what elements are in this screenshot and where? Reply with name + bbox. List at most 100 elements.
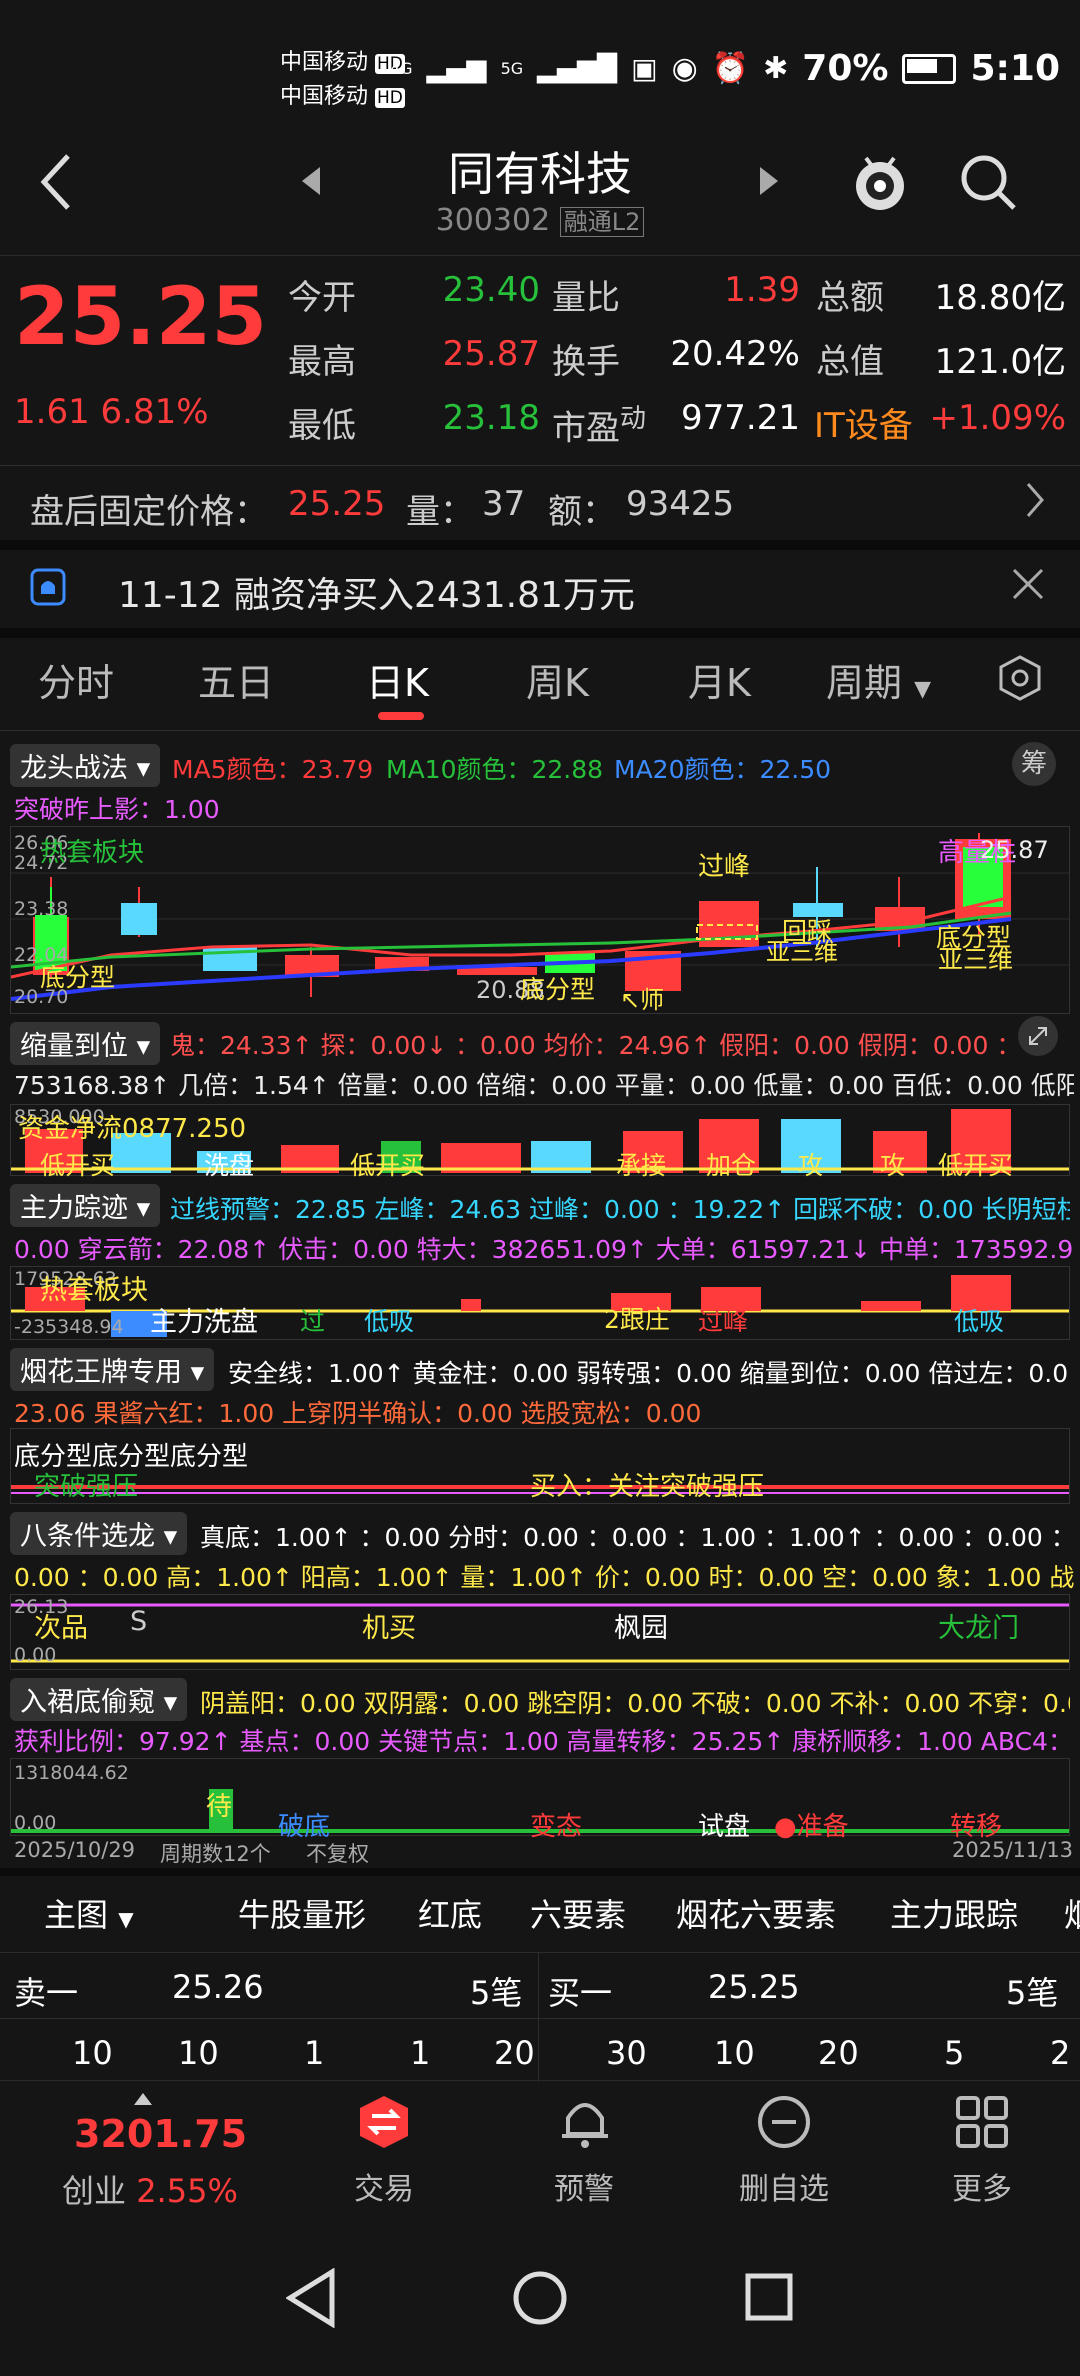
- indicator-tab[interactable]: 牛股量形: [238, 1890, 366, 1936]
- annotation: 过: [300, 1307, 326, 1336]
- indicator-tab[interactable]: 六要素: [530, 1890, 626, 1936]
- indicator-dropdown-skirt[interactable]: 入裙底偷窥 ▾: [10, 1678, 188, 1721]
- next-stock-button[interactable]: [756, 165, 780, 201]
- nav-alert[interactable]: 预警: [524, 2164, 644, 2208]
- annotation: 试盘: [698, 1812, 751, 1842]
- annotation: 机买: [362, 1613, 416, 1644]
- expand-icon[interactable]: [1018, 1016, 1058, 1056]
- indicator-tab-main[interactable]: 主图 ▼: [44, 1890, 134, 1936]
- indicator-tab[interactable]: 红底: [418, 1890, 482, 1936]
- tab-weekly-k[interactable]: 周K: [526, 652, 589, 707]
- tab-daily-k[interactable]: 日K: [366, 652, 429, 707]
- indicator-tab[interactable]: 烟: [1064, 1890, 1080, 1936]
- ask-qty: 10: [178, 2034, 219, 2072]
- annotation: 底分型: [40, 963, 116, 992]
- axis-label: 23.38: [14, 898, 69, 920]
- network-5g: 5G: [500, 59, 524, 78]
- nav-remove-watchlist[interactable]: 删自选: [714, 2164, 854, 2208]
- skirt-line-1: 阴盖阳：0.00 双阴露：0.00 跳空阴：0.00 不破：0.00 不补：0.…: [200, 1689, 1070, 1718]
- indicator-dropdown-volume[interactable]: 缩量到位 ▾: [10, 1022, 161, 1065]
- annotation: 枫园: [614, 1613, 668, 1644]
- pe-label: 市盈动: [552, 404, 647, 449]
- hexagon-settings-icon: [999, 655, 1041, 701]
- carrier-1: 中国移动: [280, 50, 369, 75]
- open-value: 23.40: [442, 270, 540, 310]
- robot-assistant-button[interactable]: [850, 148, 910, 222]
- ask1-label: 卖一: [14, 1974, 79, 2012]
- eight-svg: [11, 1603, 1069, 1663]
- turnover-label: 换手: [552, 342, 620, 382]
- index-summary[interactable]: 创业 2.55%: [62, 2166, 238, 2212]
- index-value[interactable]: 3201.75: [74, 2112, 247, 2156]
- tab-intraday[interactable]: 分时: [38, 652, 114, 707]
- axis-label: 0.00: [14, 1644, 57, 1666]
- system-recents-icon[interactable]: [744, 2272, 794, 2326]
- high-label: 最高: [288, 342, 356, 382]
- indicator-dropdown-firework[interactable]: 烟花王牌专用 ▾: [10, 1348, 215, 1391]
- annotation: 次品: [34, 1613, 88, 1644]
- chevron-right-icon: [1024, 480, 1046, 529]
- settings-button[interactable]: [996, 654, 1044, 706]
- after-hours-price: 25.25: [288, 484, 386, 524]
- indicator-dropdown-main-force[interactable]: 主力踪迹 ▾: [10, 1184, 161, 1227]
- grid-icon[interactable]: [954, 2094, 1010, 2154]
- ask-qty: 10: [72, 2034, 113, 2072]
- divider: [0, 730, 1080, 731]
- network-4g: 4G: [389, 59, 413, 78]
- mcap-label: 总值: [816, 342, 884, 382]
- tab-monthly-k[interactable]: 月K: [688, 652, 751, 707]
- bid1-count: 5笔: [1006, 1974, 1059, 2012]
- skirt-line-2: 获利比例：97.92↑ 基点：0.00 关键节点：1.00 高量转移：25.25…: [14, 1727, 1074, 1756]
- signal-icon: ▂▄▆: [426, 53, 487, 84]
- annotation: 热套板块: [40, 1275, 148, 1306]
- system-home-icon[interactable]: [512, 2270, 568, 2330]
- annotation: 底分型: [520, 975, 596, 1004]
- annotation: 热套板块: [40, 838, 145, 868]
- fund-flow-label: 资金净流0877.250: [18, 1114, 247, 1144]
- main-force-line-2: 0.00 穿云箭：22.08↑ 伏击：0.00 特大：382651.09↑ 大单…: [14, 1235, 1074, 1264]
- chip-button[interactable]: 筹: [1012, 742, 1056, 786]
- indicator-dropdown-main[interactable]: 龙头战法 ▾: [10, 744, 161, 787]
- indicator-tab[interactable]: 烟花六要素: [676, 1890, 836, 1936]
- close-icon[interactable]: [1010, 566, 1046, 611]
- trade-icon[interactable]: [356, 2094, 412, 2154]
- sector-link[interactable]: IT设备: [814, 398, 913, 447]
- annotation: ●准备: [774, 1812, 849, 1842]
- eight-chart[interactable]: [10, 1594, 1070, 1670]
- minus-circle-icon[interactable]: [756, 2094, 812, 2154]
- ma10-label: MA10颜色：22.88: [386, 755, 604, 784]
- system-back-icon[interactable]: [285, 2267, 336, 2332]
- period-count: 周期数12个: [160, 1842, 271, 1866]
- bell-alert-icon[interactable]: [558, 2094, 612, 2154]
- main-force-line-1: 过线预警：22.85 左峰：24.63 过峰：0.00 ：19.22↑ 回踩不破…: [170, 1195, 1070, 1224]
- axis-label: 1318044.62: [14, 1762, 129, 1784]
- ask1-price[interactable]: 25.26: [172, 1968, 264, 2006]
- triangle-right-icon: [760, 167, 778, 195]
- sector-change: +1.09%: [929, 398, 1067, 438]
- bid1-price[interactable]: 25.25: [708, 1968, 800, 2006]
- spacer: [0, 628, 1080, 638]
- annotation: 25.87: [980, 836, 1049, 864]
- tab-five-day[interactable]: 五日: [198, 652, 274, 707]
- ask1-count: 5笔: [470, 1974, 523, 2012]
- tab-period[interactable]: 周期 ▼: [826, 652, 931, 707]
- after-hours-row[interactable]: 盘后固定价格： 25.25 量： 37 额： 93425: [0, 470, 1080, 540]
- status-bar: 中国移动 HD 中国移动 HD 4G ▂▄▆ 5G ▂▄▆█ ▣ ◉ ⏰ ✱ 7…: [280, 48, 1060, 109]
- nav-more[interactable]: 更多: [922, 2164, 1042, 2208]
- indicator-tab[interactable]: 主力跟踪: [890, 1890, 1018, 1936]
- eight-line-1: 真底：1.00↑ ：0.00 分时：0.00 ：0.00 ：1.00 ：1.00…: [200, 1523, 1070, 1552]
- annotation: 低开买: [40, 1151, 116, 1180]
- bluetooth-icon: ✱: [763, 51, 789, 86]
- chart-start-date: 2025/10/29: [14, 1838, 136, 1862]
- indicator-dropdown-eight[interactable]: 八条件选龙 ▾: [10, 1512, 188, 1555]
- annotation: 大龙门: [938, 1613, 1019, 1644]
- ask-qty: 1: [304, 2034, 325, 2072]
- bid-qty: 2: [1050, 2034, 1071, 2072]
- ask-qty: 1: [410, 2034, 431, 2072]
- notice-bar[interactable]: 11-12 融资净买入2431.81万元: [0, 548, 1080, 628]
- turnover-value: 20.42%: [670, 334, 800, 374]
- search-button[interactable]: [956, 150, 1020, 218]
- low-label: 最低: [288, 406, 356, 446]
- nav-trade[interactable]: 交易: [324, 2164, 444, 2208]
- after-hours-amount: 93425: [626, 484, 735, 524]
